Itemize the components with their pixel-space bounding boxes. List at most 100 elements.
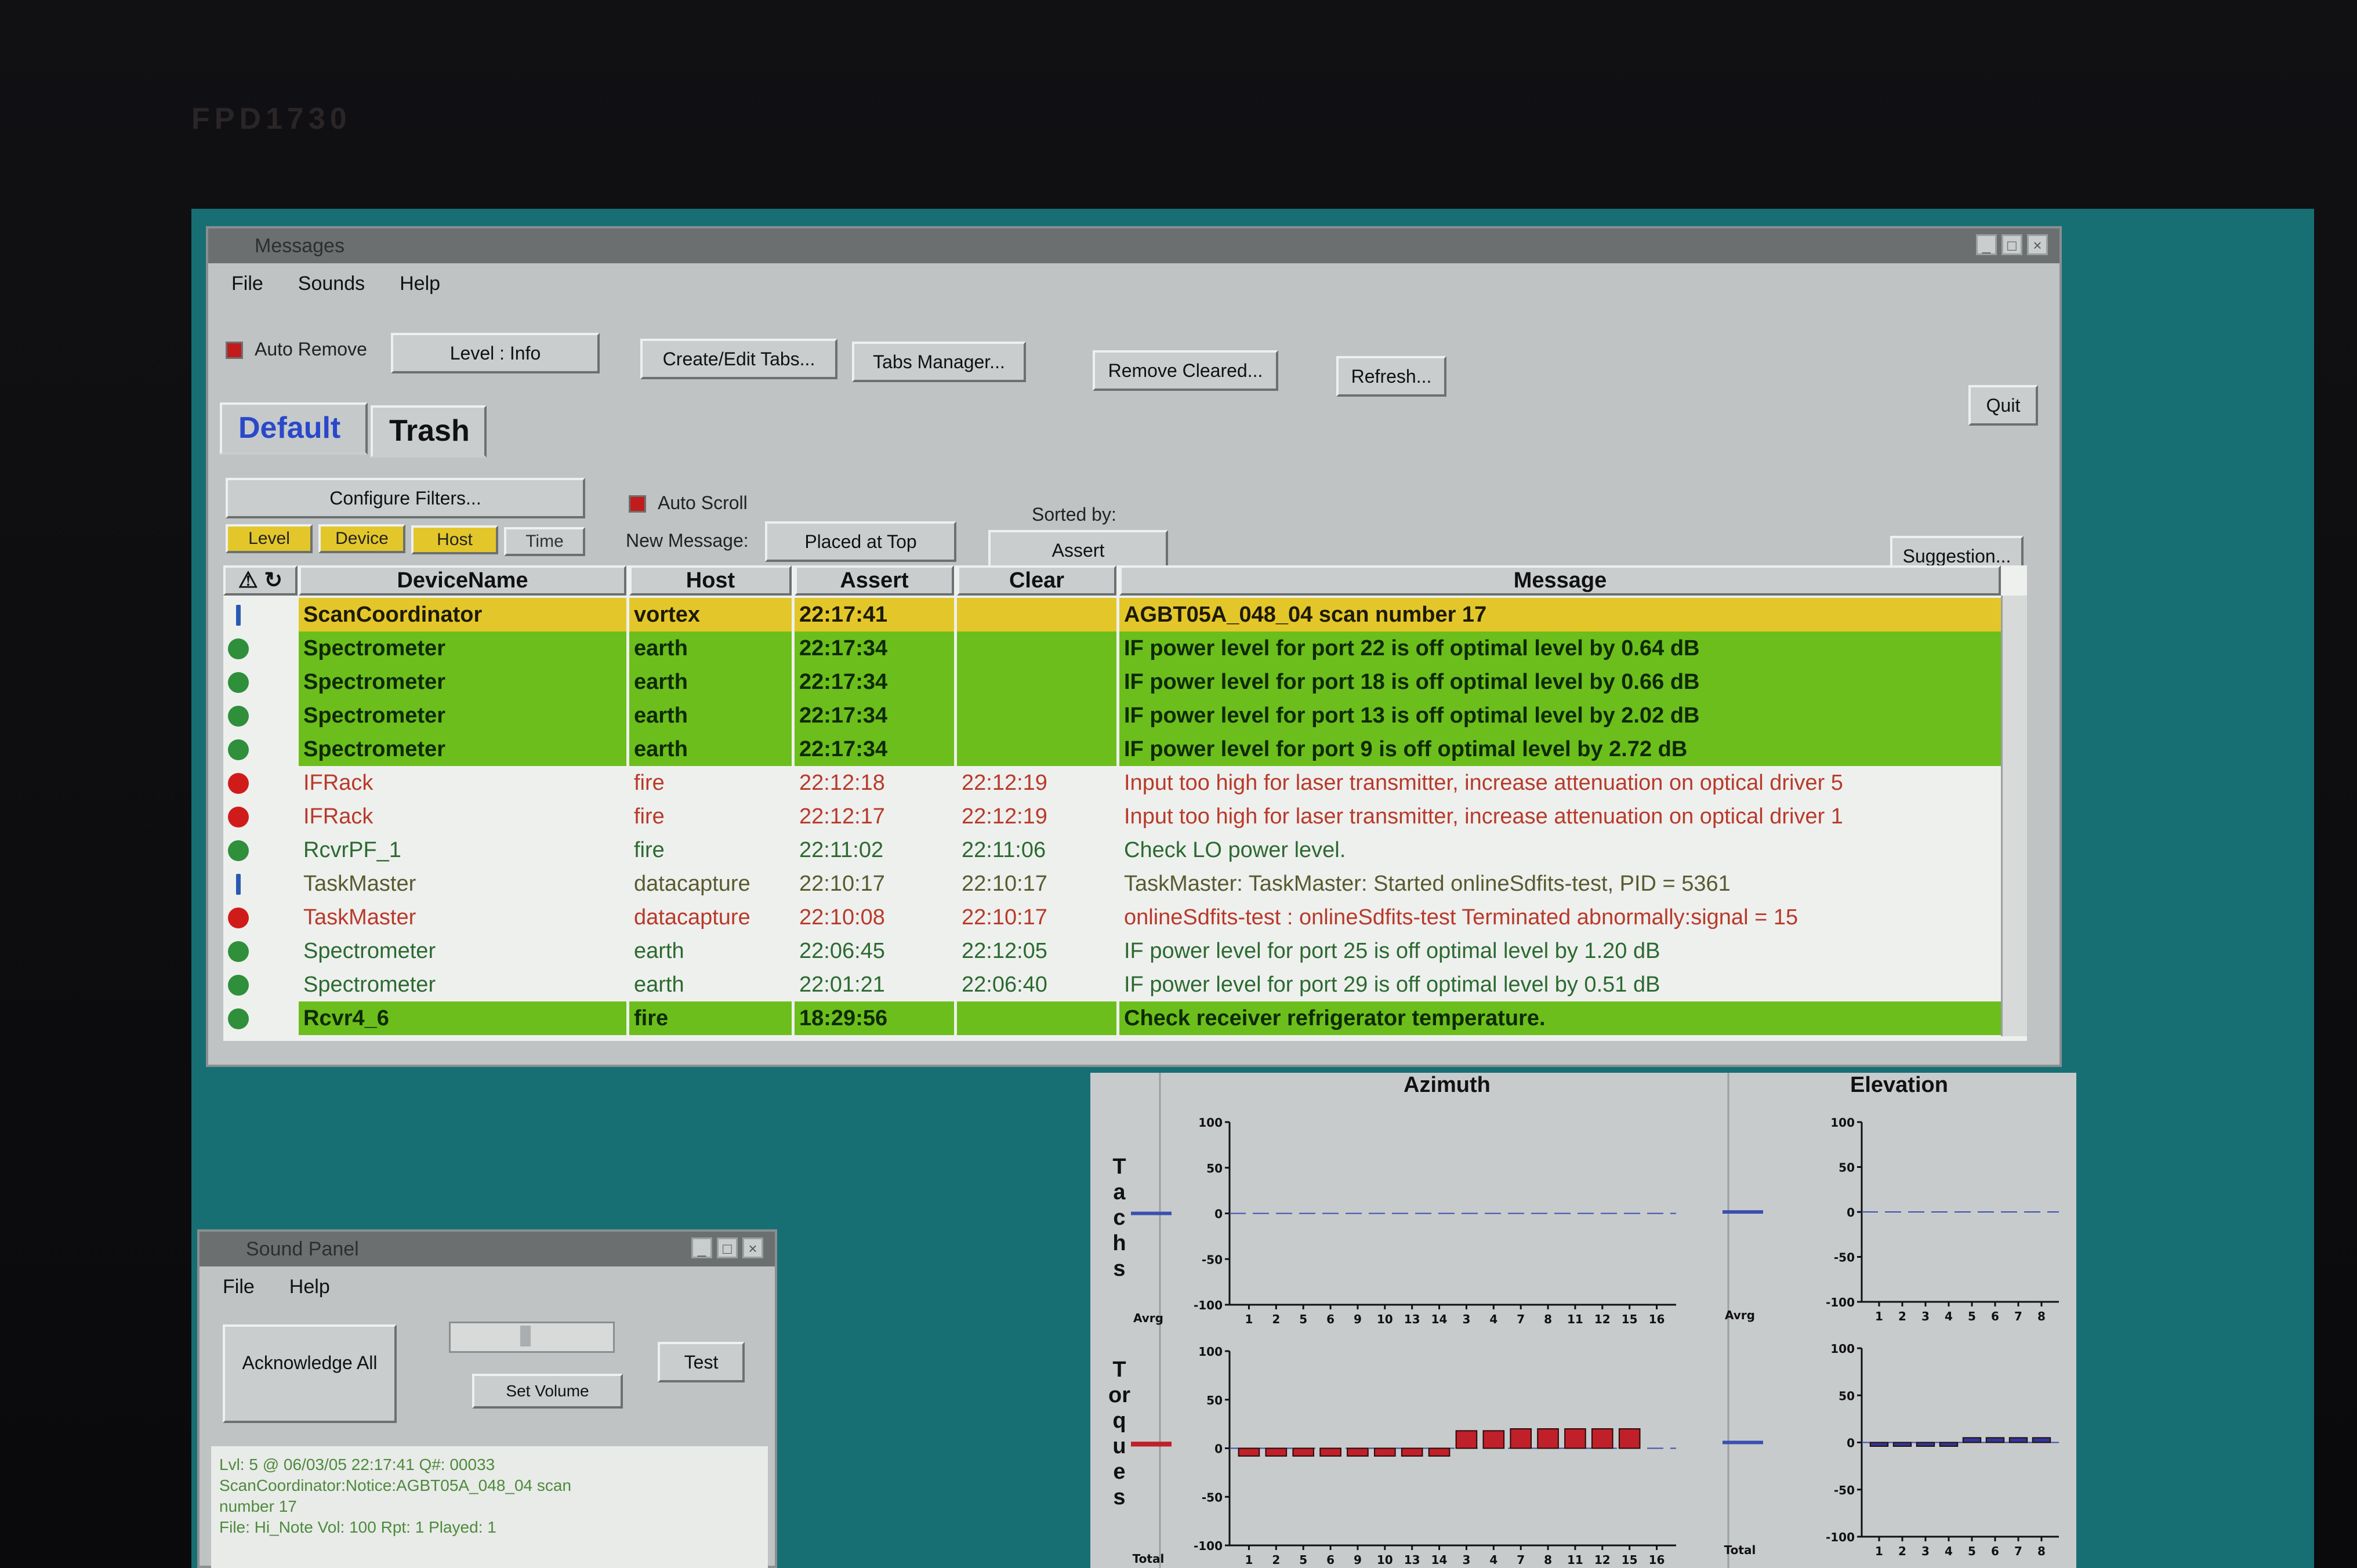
close-icon[interactable]: × (742, 1237, 763, 1258)
assert-cell: 22:01:21 (799, 972, 885, 997)
table-row[interactable]: TaskMaster datacapture 22:10:17 22:10:17 Tas… (223, 867, 2021, 901)
clear-cell (957, 699, 1116, 732)
x-tick-label: 4 (1489, 1312, 1497, 1326)
device-cell: RcvrPF_1 (303, 838, 401, 862)
menu-sounds[interactable]: Sounds (298, 263, 365, 304)
close-icon[interactable]: × (2027, 234, 2048, 255)
x-tick-label: 9 (1354, 1553, 1362, 1567)
message-cell: Input too high for laser transmitter, in… (1124, 771, 1843, 795)
create-tabs-button[interactable]: Create/Edit Tabs... (640, 339, 837, 379)
header-icons[interactable]: ⚠ ↻ (223, 565, 298, 596)
x-tick-label: 10 (1377, 1312, 1393, 1326)
level-button[interactable]: Level : Info (391, 333, 600, 373)
menu-file[interactable]: File (231, 263, 263, 304)
bar (2032, 1437, 2051, 1443)
volume-slider[interactable] (449, 1322, 615, 1353)
title-bar[interactable]: Messages _ □ × (208, 228, 2059, 263)
remove-cleared-button[interactable]: Remove Cleared... (1093, 350, 1278, 391)
table-row[interactable]: Spectrometer earth 22:17:34 IF power level … (223, 699, 2021, 732)
filter-time-button[interactable]: Time (504, 527, 585, 556)
drive-charts-panel: Tachs Torques Azimuth Elevation 100 50 0 -5… (1090, 1073, 2076, 1568)
sound-panel-window: Sound Panel _ □ × File Help Acknowledge … (197, 1229, 777, 1568)
table-row[interactable]: Spectrometer earth 22:17:34 IF power level … (223, 631, 2021, 665)
table-row[interactable]: Spectrometer earth 22:17:34 IF power level … (223, 665, 2021, 699)
table-row[interactable]: ScanCoordinator vortex 22:17:41 AGBT05A_048… (223, 598, 2021, 631)
x-tick-label: 1 (1245, 1312, 1253, 1326)
message-cell: IF power level for port 9 is off optimal… (1119, 732, 2001, 766)
maximize-icon[interactable]: □ (2001, 234, 2022, 255)
sound-log-line: File: Hi_Note Vol: 100 Rpt: 1 Played: 1 (219, 1518, 496, 1536)
sound-menu-help[interactable]: Help (289, 1266, 330, 1307)
assert-cell: 18:29:56 (795, 1001, 954, 1035)
volume-slider-handle[interactable] (520, 1326, 531, 1346)
bar (1401, 1447, 1423, 1457)
host-cell: earth (629, 732, 792, 766)
table-row[interactable]: Spectrometer earth 22:01:21 22:06:40 IF powe… (223, 968, 2021, 1001)
table-row[interactable]: Spectrometer earth 22:06:45 22:12:05 IF powe… (223, 934, 2021, 968)
filter-host-button[interactable]: Host (411, 525, 498, 554)
x-tick-label: 12 (1594, 1312, 1611, 1326)
auto-remove-checkbox[interactable] (226, 342, 243, 359)
menu-help[interactable]: Help (400, 263, 440, 304)
tabs-manager-button[interactable]: Tabs Manager... (852, 342, 1026, 382)
sound-log: Lvl: 5 @ 06/03/05 22:17:41 Q#: 00033 Sca… (211, 1446, 768, 1568)
test-button[interactable]: Test (658, 1342, 745, 1382)
summary-bar (1723, 1440, 1763, 1444)
message-table: ⚠ ↻ DeviceName Host Assert Clear Message… (223, 565, 2027, 1041)
x-tick-label: 3 (1921, 1309, 1930, 1323)
filter-level-button[interactable]: Level (226, 524, 313, 553)
configure-filters-button[interactable]: Configure Filters... (226, 478, 585, 518)
host-cell: vortex (629, 598, 792, 631)
refresh-button[interactable]: Refresh... (1336, 356, 1446, 397)
host-cell: earth (629, 699, 792, 732)
table-row[interactable]: Rcvr4_6 fire 18:29:56 Check receiver refrig… (223, 1001, 2021, 1035)
table-row[interactable]: RcvrPF_1 fire 22:11:02 22:11:06 Check LO pow… (223, 833, 2021, 867)
clear-cell (957, 1001, 1116, 1035)
table-scrollbar[interactable] (2001, 596, 2027, 1036)
filter-device-button[interactable]: Device (318, 524, 405, 553)
y-tick-label: -100 (1194, 1298, 1223, 1312)
set-volume-button[interactable]: Set Volume (472, 1374, 623, 1409)
column-message[interactable]: Message (1119, 565, 2001, 596)
table-row[interactable]: IFRack fire 22:12:18 22:12:19 Input too high… (223, 766, 2021, 800)
clear-cell: 22:12:19 (962, 771, 1047, 795)
table-row[interactable]: IFRack fire 22:12:17 22:12:19 Input too high… (223, 800, 2021, 833)
table-row[interactable]: TaskMaster datacapture 22:10:08 22:10:17 onl… (223, 901, 2021, 934)
column-host[interactable]: Host (629, 565, 792, 596)
x-tick-label: 11 (1567, 1312, 1583, 1326)
summary-label: Avrg (1725, 1308, 1755, 1322)
minimize-icon[interactable]: _ (691, 1237, 712, 1258)
sound-icon[interactable]: ⚠ (238, 568, 258, 593)
device-cell: Spectrometer (299, 631, 626, 665)
x-tick-label: 1 (1875, 1309, 1883, 1323)
column-devicename[interactable]: DeviceName (299, 565, 626, 596)
y-tick-label: 0 (1214, 1207, 1223, 1221)
minimize-icon[interactable]: _ (1976, 234, 1997, 255)
clear-cell (957, 732, 1116, 766)
message-cell: onlineSdfits-test : onlineSdfits-test Te… (1124, 905, 1798, 930)
y-tick-label: 50 (1206, 1393, 1223, 1407)
host-cell: fire (634, 804, 665, 829)
column-assert[interactable]: Assert (795, 565, 954, 596)
auto-scroll-checkbox[interactable] (629, 495, 646, 513)
table-row[interactable]: Spectrometer earth 22:17:34 IF power level … (223, 732, 2021, 766)
column-clear[interactable]: Clear (957, 565, 1116, 596)
sound-menu-file[interactable]: File (223, 1266, 255, 1307)
host-cell: datacapture (634, 905, 750, 930)
sorted-by-select[interactable]: Assert (988, 530, 1168, 571)
assert-cell: 22:10:08 (799, 905, 885, 930)
device-cell: Spectrometer (303, 972, 436, 997)
x-tick-label: 14 (1431, 1312, 1448, 1326)
maximize-icon[interactable]: □ (717, 1237, 738, 1258)
x-tick-label: 10 (1377, 1553, 1393, 1567)
x-tick-label: 13 (1404, 1312, 1420, 1326)
tab-default[interactable]: Default (220, 402, 368, 455)
tab-trash[interactable]: Trash (371, 405, 487, 458)
quit-button[interactable]: Quit (1968, 385, 2038, 426)
error-icon (228, 807, 249, 827)
sound-title-bar[interactable]: Sound Panel _ □ × (200, 1232, 775, 1266)
y-tick-label: -50 (1202, 1253, 1223, 1266)
new-message-select[interactable]: Placed at Top (765, 521, 956, 562)
acknowledge-all-button[interactable]: Acknowledge All (223, 1324, 397, 1423)
refresh-icon[interactable]: ↻ (264, 568, 282, 593)
